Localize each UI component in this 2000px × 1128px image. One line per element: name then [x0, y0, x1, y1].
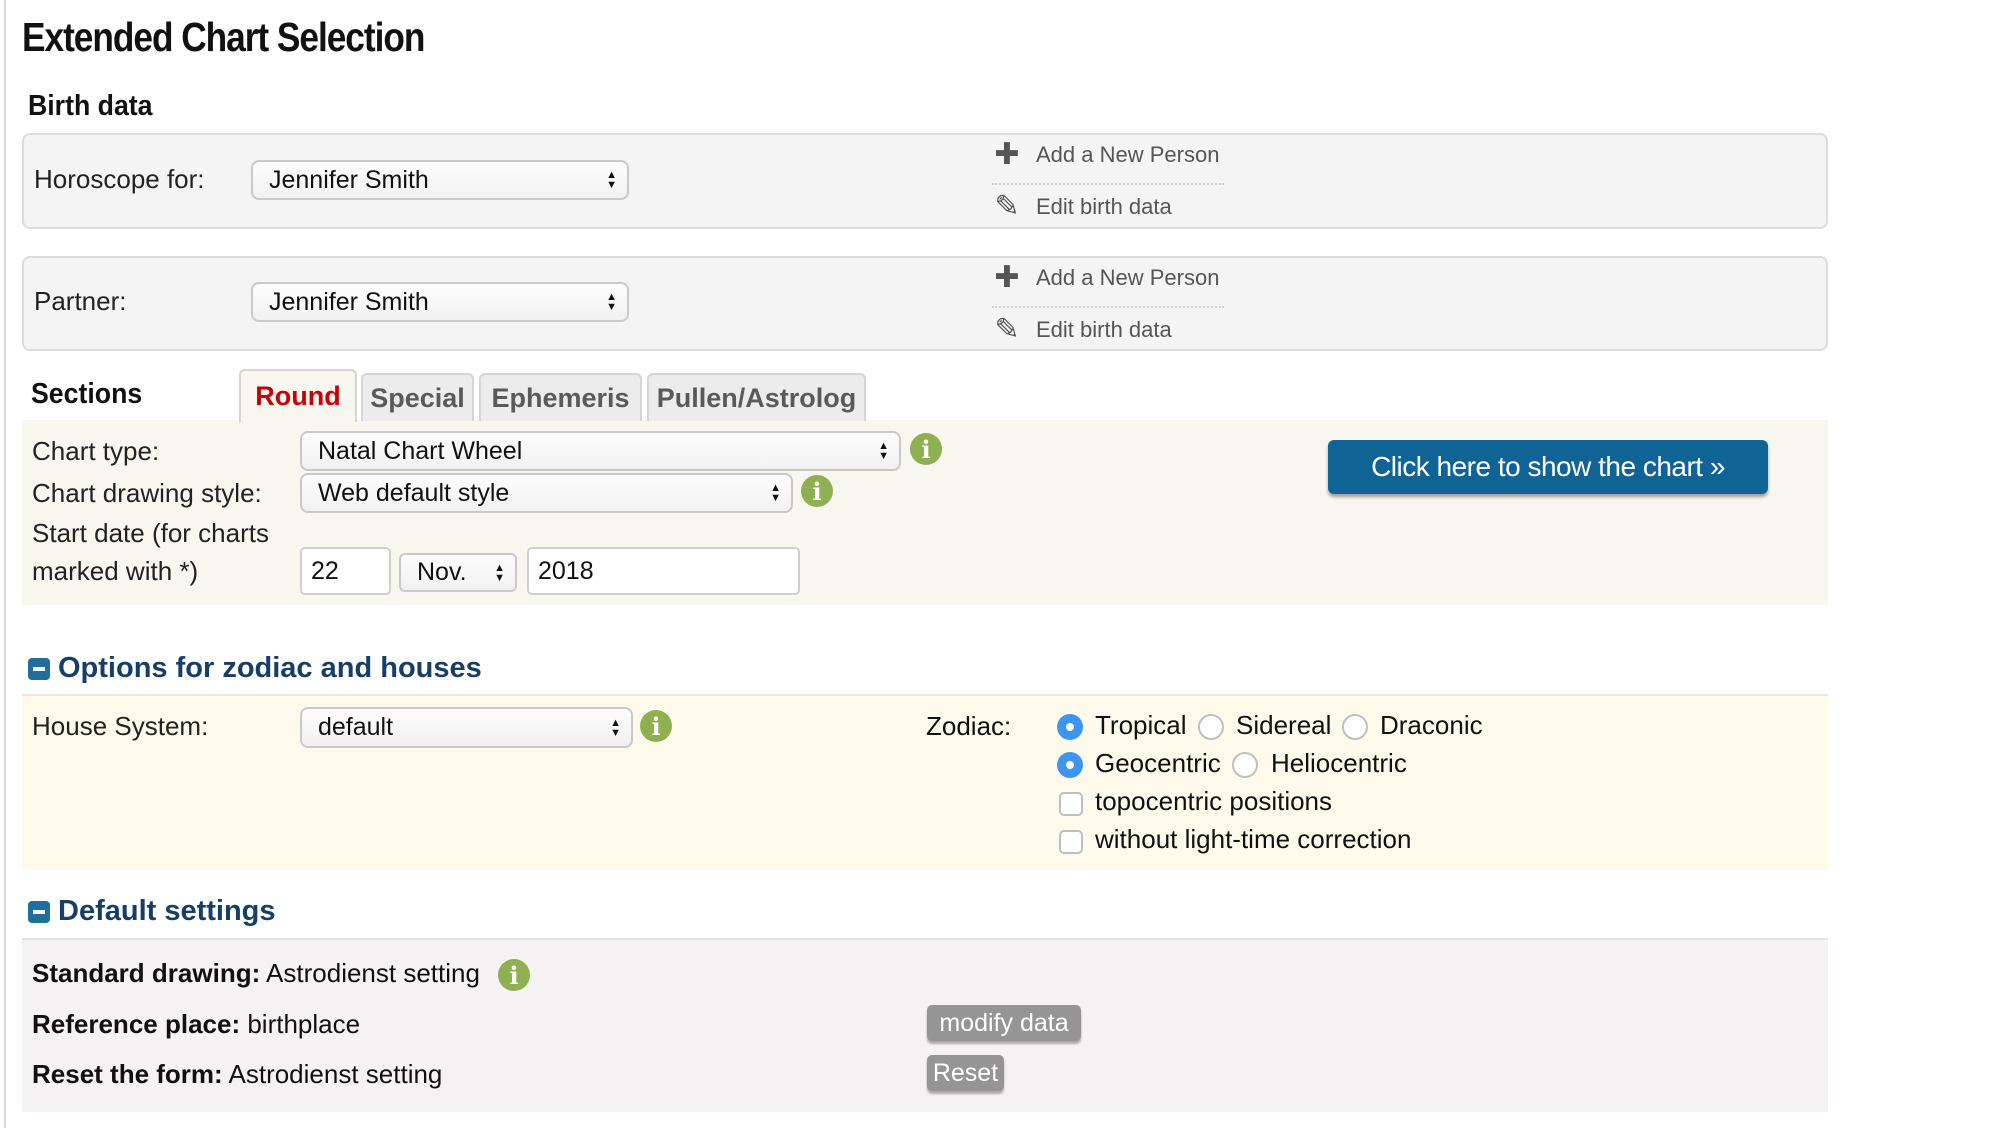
start-month-select[interactable]: Nov. ▲ ▼: [399, 553, 517, 592]
collapse-icon[interactable]: [28, 900, 50, 923]
select-arrows-icon: ▲ ▼: [610, 716, 621, 739]
zodiac-options-heading: Options for zodiac and houses: [58, 652, 482, 684]
chart-type-info-icon[interactable]: i: [910, 433, 942, 465]
standard-drawing-info-icon[interactable]: i: [498, 959, 530, 991]
horoscope-person-select[interactable]: Jennifer Smith ▲ ▼: [251, 160, 629, 200]
select-arrows-icon: ▲ ▼: [606, 169, 617, 191]
standard-drawing-key: Standard drawing:: [32, 958, 261, 988]
horoscope-add-person-link[interactable]: ✚ Add a New Person: [992, 140, 1219, 170]
radio-geocentric[interactable]: [1057, 752, 1083, 778]
standard-drawing-value: Astrodienst setting: [266, 958, 480, 988]
checkbox-topocentric-label: topocentric positions: [1095, 786, 1333, 816]
checkbox-light-time-label: without light-time correction: [1095, 824, 1412, 854]
chart-type-value: Natal Chart Wheel: [318, 436, 523, 465]
radio-heliocentric-label: Heliocentric: [1271, 748, 1407, 778]
radio-sidereal[interactable]: [1198, 714, 1224, 740]
plus-icon: ✚: [994, 261, 1020, 294]
add-person-label: Add a New Person: [1036, 265, 1220, 290]
reference-place-value: birthplace: [247, 1009, 361, 1039]
tab-pullen-astrolog[interactable]: Pullen/Astrolog: [647, 373, 866, 421]
checkbox-light-time[interactable]: [1059, 830, 1083, 854]
edit-birth-label: Edit birth data: [1036, 194, 1172, 219]
house-system-select[interactable]: default ▲ ▼: [300, 707, 633, 748]
radio-tropical-label: Tropical: [1095, 710, 1187, 740]
birth-data-heading: Birth data: [28, 90, 153, 122]
house-system-value: default: [318, 713, 394, 741]
reset-form-row: Reset the form: Astrodienst setting: [32, 1059, 442, 1090]
drawing-style-select[interactable]: Web default style ▲ ▼: [300, 473, 793, 513]
radio-geocentric-label: Geocentric: [1095, 748, 1221, 778]
partner-person-value: Jennifer Smith: [269, 287, 429, 316]
horoscope-edit-birth-link[interactable]: ✎ Edit birth data: [992, 190, 1172, 223]
drawing-style-label: Chart drawing style:: [32, 478, 262, 508]
chart-type-label: Chart type:: [32, 436, 160, 466]
page-title: Extended Chart Selection: [22, 14, 425, 60]
partner-edit-birth-link[interactable]: ✎ Edit birth data: [992, 313, 1172, 346]
tab-special[interactable]: Special: [361, 373, 474, 421]
start-day-input[interactable]: 22: [300, 547, 391, 595]
partner-label: Partner:: [34, 286, 127, 316]
zodiac-label: Zodiac:: [926, 711, 1012, 741]
edit-icon: ✎: [994, 313, 1020, 346]
radio-tropical[interactable]: [1057, 714, 1083, 740]
chart-type-select[interactable]: Natal Chart Wheel ▲ ▼: [300, 431, 901, 471]
radio-draconic-label: Draconic: [1380, 710, 1483, 740]
link-divider: [992, 183, 1224, 185]
page-left-border: [4, 0, 6, 1128]
add-person-label: Add a New Person: [1036, 142, 1220, 167]
collapse-icon[interactable]: [28, 657, 50, 680]
reset-button[interactable]: Reset: [927, 1055, 1004, 1091]
radio-heliocentric[interactable]: [1232, 752, 1258, 778]
reference-place-row: Reference place: birthplace: [32, 1009, 360, 1040]
start-month-value: Nov.: [417, 558, 467, 586]
edit-icon: ✎: [994, 190, 1020, 223]
horoscope-person-value: Jennifer Smith: [269, 165, 429, 194]
select-arrows-icon: ▲ ▼: [878, 440, 889, 462]
reset-form-key: Reset the form:: [32, 1059, 223, 1089]
start-year-input[interactable]: 2018: [527, 547, 800, 595]
standard-drawing-row: Standard drawing: Astrodienst setting: [32, 958, 480, 989]
checkbox-topocentric[interactable]: [1059, 792, 1083, 816]
plus-icon: ✚: [994, 138, 1020, 171]
drawing-style-info-icon[interactable]: i: [801, 475, 833, 507]
tab-round[interactable]: Round: [239, 369, 357, 422]
show-chart-button[interactable]: Click here to show the chart »: [1328, 440, 1768, 494]
link-divider: [992, 306, 1224, 308]
partner-add-person-link[interactable]: ✚ Add a New Person: [992, 263, 1219, 293]
tab-ephemeris[interactable]: Ephemeris: [479, 373, 642, 421]
default-settings-heading: Default settings: [58, 895, 276, 927]
radio-draconic[interactable]: [1342, 714, 1368, 740]
modify-data-button[interactable]: modify data: [927, 1005, 1081, 1041]
house-system-info-icon[interactable]: i: [640, 710, 672, 742]
default-settings-header[interactable]: Default settings: [28, 895, 276, 928]
partner-person-select[interactable]: Jennifer Smith ▲ ▼: [251, 282, 629, 322]
start-date-label-line1: Start date (for charts: [32, 518, 269, 548]
zodiac-options-header[interactable]: Options for zodiac and houses: [28, 652, 482, 685]
start-date-label-line2: marked with *): [32, 556, 199, 586]
select-arrows-icon: ▲ ▼: [494, 561, 505, 584]
edit-birth-label: Edit birth data: [1036, 317, 1172, 342]
select-arrows-icon: ▲ ▼: [770, 482, 781, 504]
drawing-style-value: Web default style: [318, 478, 510, 507]
horoscope-label: Horoscope for:: [34, 164, 205, 194]
house-system-label: House System:: [32, 711, 209, 741]
sections-label: Sections: [31, 378, 143, 410]
select-arrows-icon: ▲ ▼: [606, 291, 617, 313]
zodiac-options-panel: [22, 694, 1828, 870]
reset-form-value: Astrodienst setting: [228, 1059, 443, 1089]
radio-sidereal-label: Sidereal: [1236, 710, 1332, 740]
reference-place-key: Reference place:: [32, 1009, 241, 1039]
